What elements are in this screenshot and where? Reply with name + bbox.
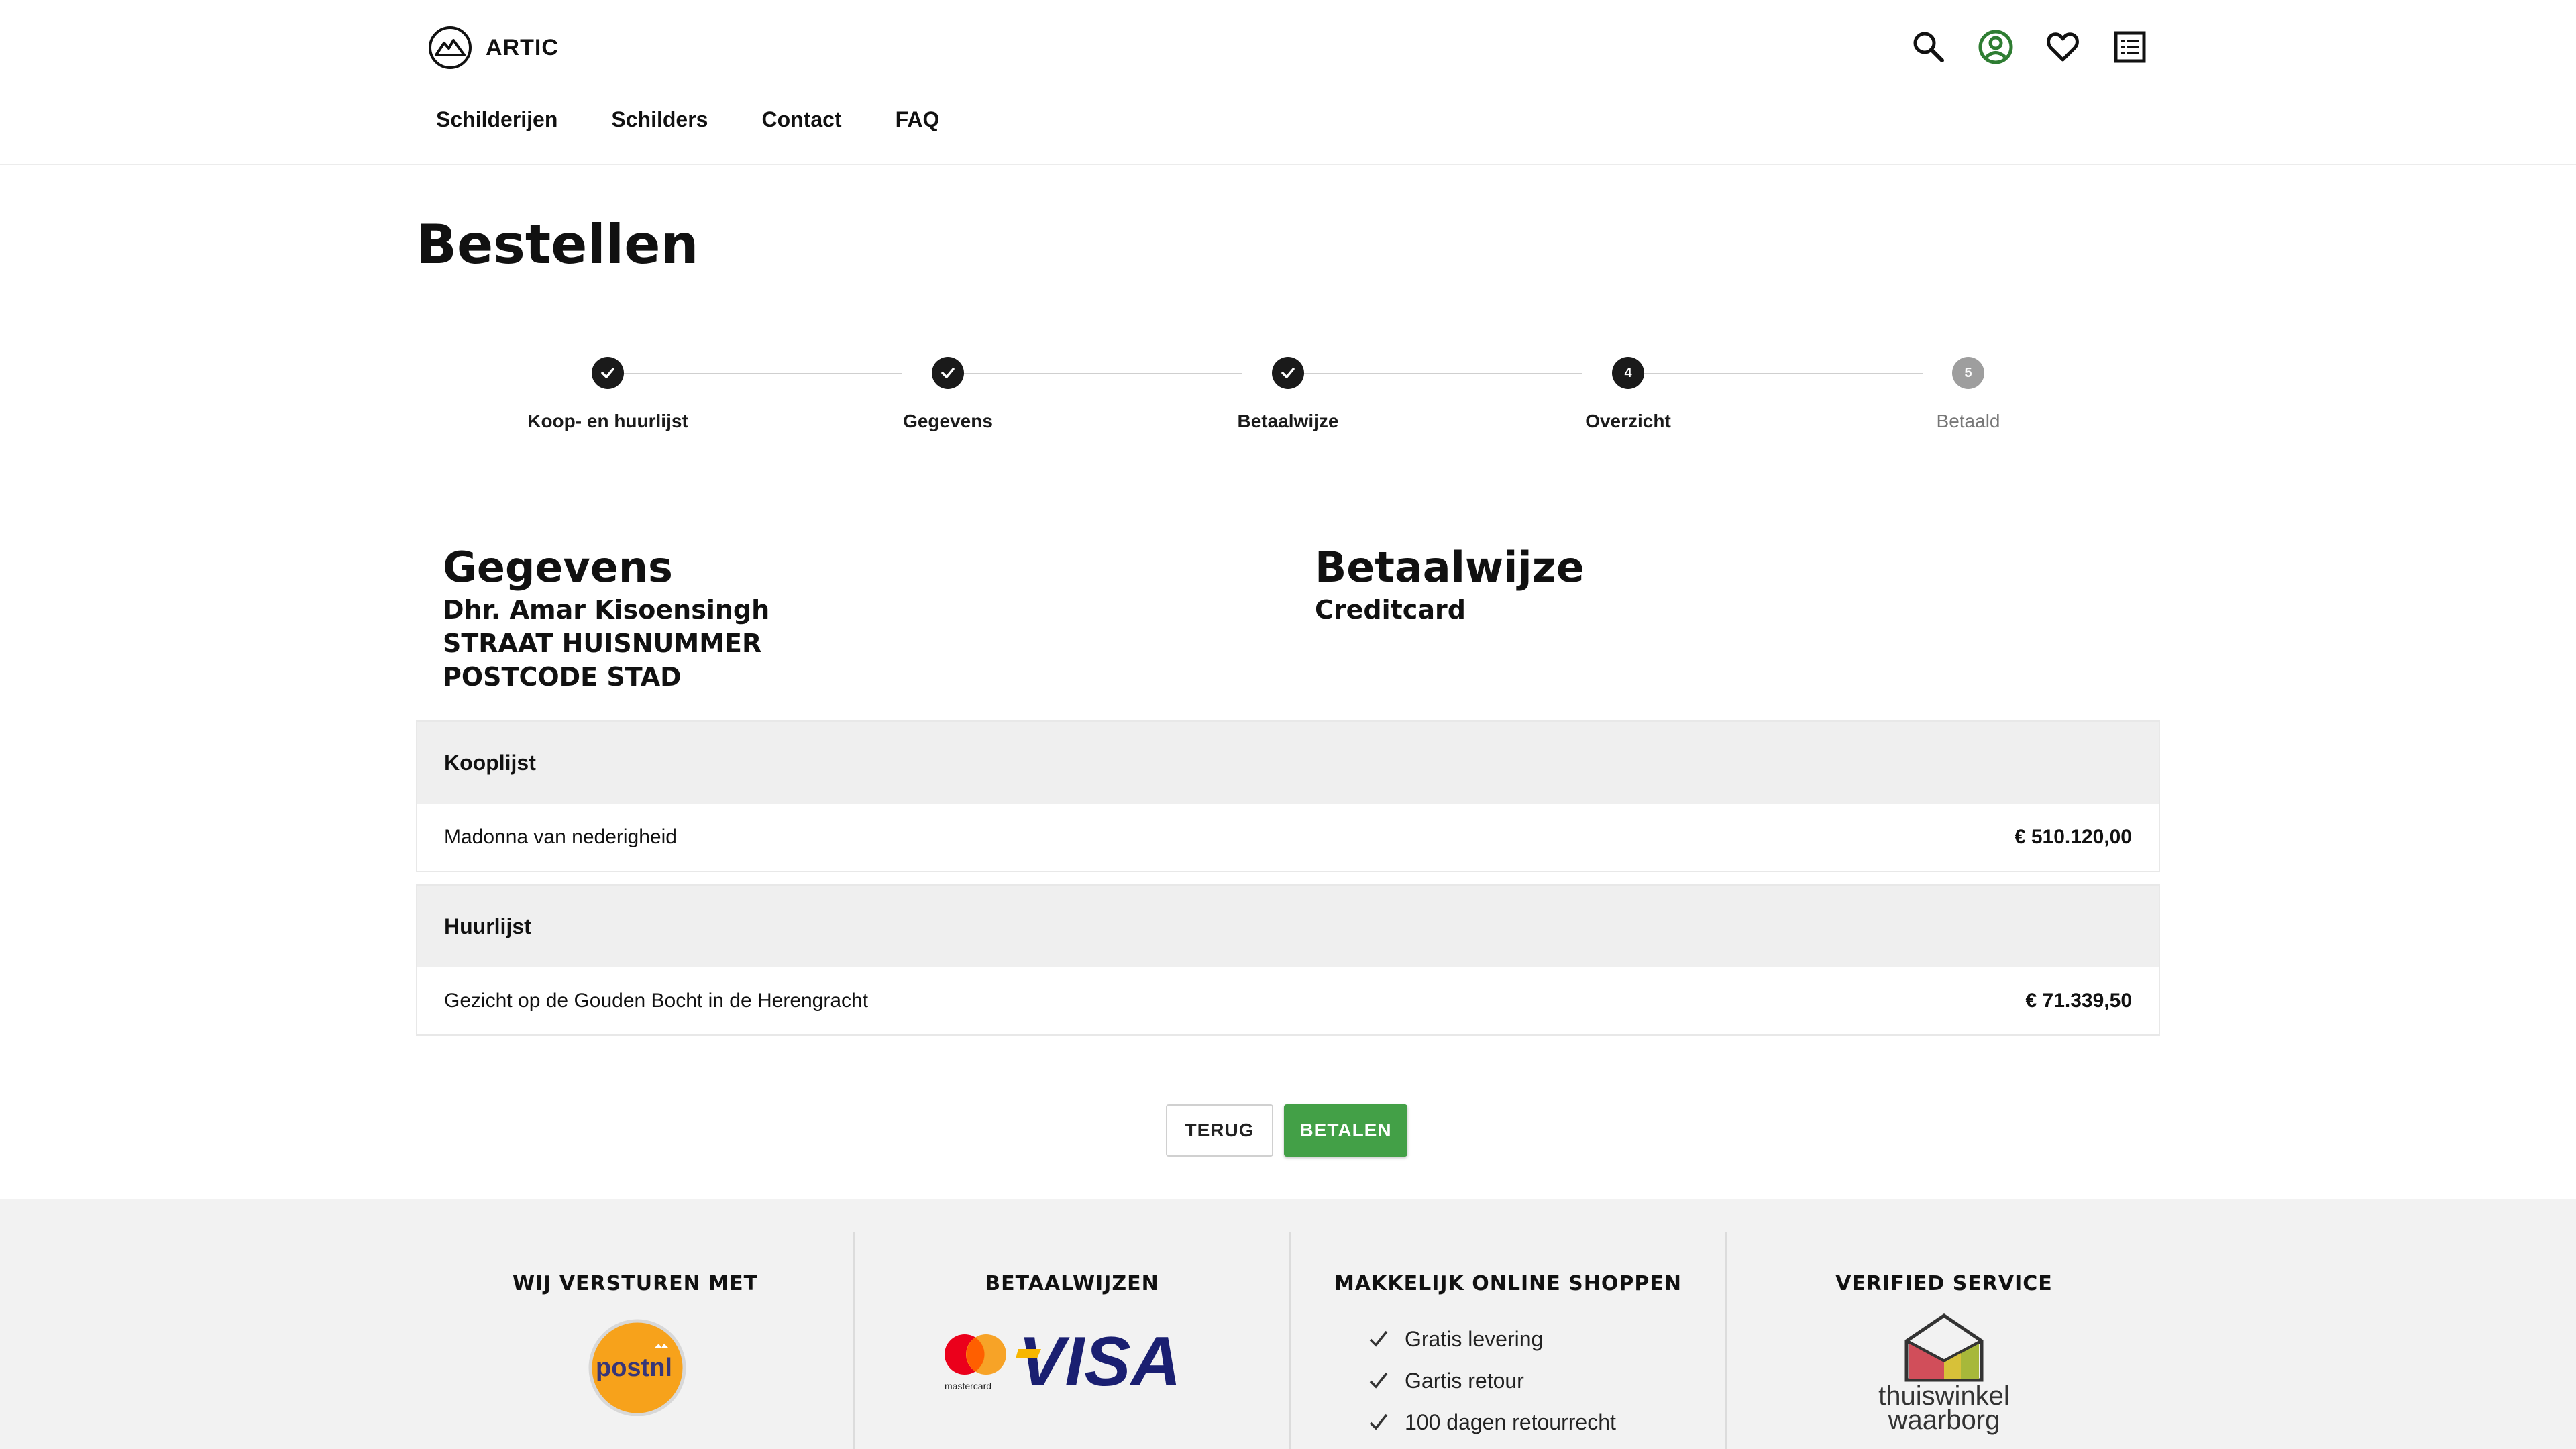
footer-verified-title: VERIFIED SERVICE xyxy=(1835,1272,2053,1295)
list-item: 100 dagen retourrecht xyxy=(1367,1401,1649,1443)
order-actions: TERUG BETALEN xyxy=(1166,1104,1407,1157)
step-gegevens[interactable]: Gegevens xyxy=(827,349,1069,432)
mastercard-logo-text: mastercard xyxy=(945,1381,991,1391)
nav-item-contact[interactable]: Contact xyxy=(761,107,841,132)
shopping-point: Gratis levering xyxy=(1405,1326,1544,1351)
header-tools xyxy=(1909,27,2177,67)
footer-shopping-title: MAKKELIJK ONLINE SHOPPEN xyxy=(1334,1272,1682,1295)
customer-street: STRAAT HUISNUMMER xyxy=(443,629,762,658)
search-icon xyxy=(1913,32,1944,62)
details-title: Gegevens xyxy=(443,543,673,592)
waarborg-text: waarborg xyxy=(1888,1405,2000,1435)
main-nav: Schilderijen Schilders Contact FAQ xyxy=(436,107,993,132)
footer-shopping: MAKKELIJK ONLINE SHOPPEN Gratis levering… xyxy=(1289,1232,1725,1449)
customer-details: Gegevens Dhr. Amar Kisoensingh STRAAT HU… xyxy=(443,542,769,694)
step-betaalwijze[interactable]: Betaalwijze xyxy=(1167,349,1409,432)
list-item: Gratis levering xyxy=(1367,1318,1649,1360)
search-button[interactable] xyxy=(1909,27,1949,67)
footer-payments-title: BETAALWIJZEN xyxy=(985,1272,1159,1295)
payment-logos: mastercard VISA xyxy=(931,1323,1213,1405)
checkmark-icon xyxy=(1369,1372,1388,1389)
nav-item-faq[interactable]: FAQ xyxy=(896,107,940,132)
check-icon xyxy=(932,357,964,389)
list-item: Gartis retour xyxy=(1367,1360,1649,1401)
thuiswinkel-logo: thuiswinkel waarborg xyxy=(1843,1313,2045,1434)
huurlijst-header: Huurlijst xyxy=(417,885,2159,967)
step-betaald: 5 Betaald xyxy=(1847,349,2089,432)
account-icon xyxy=(1978,30,2013,64)
brand-name: ARTIC xyxy=(486,34,559,60)
step-label: Koop- en huurlijst xyxy=(527,411,688,431)
step-koop-huurlijst[interactable]: Koop- en huurlijst xyxy=(487,349,729,432)
step-number: 5 xyxy=(1952,357,1984,389)
mastercard-logo: mastercard xyxy=(945,1334,1006,1391)
page-title: Bestellen xyxy=(416,213,699,276)
payment-value: Creditcard xyxy=(1315,595,1466,625)
step-label: Overzicht xyxy=(1585,411,1671,431)
check-icon xyxy=(1272,357,1304,389)
customer-name: Dhr. Amar Kisoensingh xyxy=(443,595,770,625)
nav-item-schilders[interactable]: Schilders xyxy=(611,107,708,132)
step-label: Betaalwijze xyxy=(1237,411,1339,431)
check-icon xyxy=(592,357,624,389)
visa-logo-text: VISA xyxy=(1018,1325,1181,1401)
shopping-points: Gratis levering Gartis retour 100 dagen … xyxy=(1367,1318,1649,1443)
item-price: € 510.120,00 xyxy=(2014,826,2132,848)
footer-payments: BETAALWIJZEN mastercard VISA xyxy=(853,1232,1289,1449)
footer-verified: VERIFIED SERVICE thuiswinkel waarborg xyxy=(1725,1232,2161,1449)
postnl-logo-text: postnl xyxy=(596,1354,672,1382)
orders-button[interactable] xyxy=(2110,27,2150,67)
brand-logo[interactable]: ARTIC xyxy=(428,25,559,70)
payment-title: Betaalwijze xyxy=(1315,543,1585,592)
footer-shipping-title: WIJ VERSTUREN MET xyxy=(512,1272,759,1295)
step-label: Betaald xyxy=(1936,411,2000,431)
shopping-point: Gartis retour xyxy=(1405,1368,1524,1393)
list-item: Madonna van nederigheid € 510.120,00 xyxy=(417,804,2159,871)
shopping-point: 100 dagen retourrecht xyxy=(1405,1409,1616,1434)
account-button[interactable] xyxy=(1976,27,2016,67)
list-icon xyxy=(2114,31,2146,63)
pay-button[interactable]: BETALEN xyxy=(1284,1104,1407,1157)
item-name: Gezicht op de Gouden Bocht in de Herengr… xyxy=(444,989,869,1012)
step-overzicht[interactable]: 4 Overzicht xyxy=(1507,349,1749,432)
heart-icon xyxy=(2047,32,2079,62)
step-label: Gegevens xyxy=(903,411,993,431)
list-item: Gezicht op de Gouden Bocht in de Herengr… xyxy=(417,967,2159,1034)
mountain-logo-icon xyxy=(429,26,472,69)
kooplijst-card: Kooplijst Madonna van nederigheid € 510.… xyxy=(416,720,2160,872)
item-name: Madonna van nederigheid xyxy=(444,826,677,848)
checkmark-icon xyxy=(1369,1330,1388,1347)
site-header: ARTIC Schilderijen Schilders Contact FAQ xyxy=(0,0,2576,165)
postnl-logo: postnl xyxy=(585,1316,686,1417)
checkmark-icon xyxy=(1369,1413,1388,1430)
wishlist-button[interactable] xyxy=(2043,27,2083,67)
step-number: 4 xyxy=(1612,357,1644,389)
item-price: € 71.339,50 xyxy=(2025,989,2132,1012)
back-button[interactable]: TERUG xyxy=(1166,1104,1273,1157)
kooplijst-header: Kooplijst xyxy=(417,722,2159,804)
huurlijst-card: Huurlijst Gezicht op de Gouden Bocht in … xyxy=(416,884,2160,1036)
footer-shipping: WIJ VERSTUREN MET postnl xyxy=(417,1232,853,1449)
site-footer: WIJ VERSTUREN MET postnl BETAALWIJZEN ma… xyxy=(0,1199,2576,1449)
nav-item-schilderijen[interactable]: Schilderijen xyxy=(436,107,557,132)
customer-postcode: POSTCODE STAD xyxy=(443,662,682,692)
checkout-stepper: Koop- en huurlijst Gegevens Betaalwijze … xyxy=(416,349,2160,449)
payment-method: Betaalwijze Creditcard xyxy=(1315,542,1585,627)
